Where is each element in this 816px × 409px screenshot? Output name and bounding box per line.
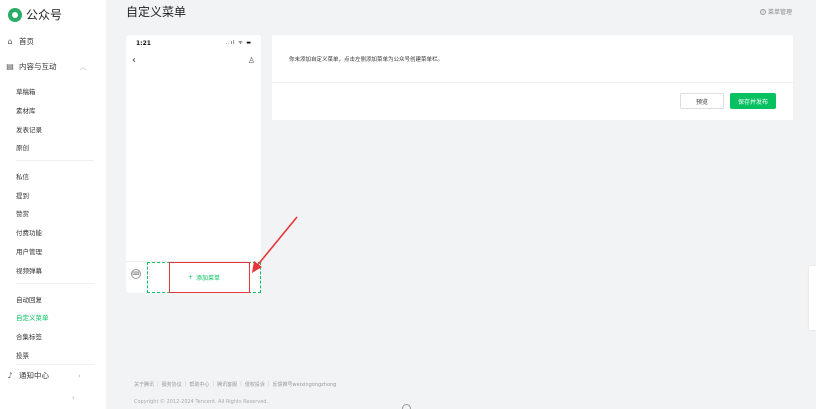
home-icon: ⌂ xyxy=(7,37,13,46)
sidebar-item-auto-reply[interactable]: 自动回复 xyxy=(16,294,42,304)
footer-link-terms[interactable]: 服务协议 xyxy=(162,381,182,388)
sidebar-item-danmaku[interactable]: 视频弹幕 xyxy=(16,265,42,275)
sidebar-item-reward[interactable]: 赞赏 xyxy=(16,208,29,218)
page-title: 自定义菜单 xyxy=(126,5,187,19)
sidebar-item-original[interactable]: 原创 xyxy=(16,142,29,152)
phone-status-icons: ..ıl ᯤ ▬ xyxy=(225,40,252,46)
menu-management-link[interactable]: ? 菜单管理 xyxy=(759,7,792,16)
sidebar-item-label: 内容与互动 xyxy=(19,62,57,71)
save-publish-button[interactable]: 保存并发布 xyxy=(730,93,776,109)
wechat-logo-icon xyxy=(8,7,22,22)
annotation-arrow xyxy=(252,216,298,273)
phone-preview: 1:21 ..ıl ᯤ ▬ ‹ ♙ ⌨ + 添加菜单 xyxy=(126,35,261,293)
app-name: 公众号 xyxy=(26,8,63,22)
floating-side-tab[interactable] xyxy=(809,266,816,330)
footer-links: 关于腾讯 | 服务协议 | 帮助中心 | 腾讯客服 | 侵权投诉 | 反馈推号weixin… xyxy=(134,381,337,388)
divider xyxy=(16,160,94,161)
sidebar-item-vote[interactable]: 投票 xyxy=(16,350,29,360)
sidebar-item-collections[interactable]: 合集标签 xyxy=(16,331,42,341)
copyright: Copyright © 2012-2024 Tencent. All Right… xyxy=(134,399,269,405)
empty-menu-hint: 你未添加自定义菜单，点击左侧添加菜单为公众号创建菜单栏。 xyxy=(289,57,444,63)
sidebar-item-content[interactable]: ▤ 内容与互动 ︿ xyxy=(6,61,87,72)
footer-link-complaint[interactable]: 侵权投诉 xyxy=(245,381,265,388)
sidebar-item-users[interactable]: 用户管理 xyxy=(16,246,42,256)
footer-link-feedback[interactable]: 反馈推号weixingongzhong xyxy=(273,381,337,388)
divider xyxy=(272,82,793,83)
footer-link-about[interactable]: 关于腾讯 xyxy=(134,381,154,388)
sidebar-item-materials[interactable]: 素材库 xyxy=(16,105,36,115)
chevron-up-icon: ︿ xyxy=(79,62,87,71)
preview-button[interactable]: 预览 xyxy=(680,93,724,109)
footer-link-support[interactable]: 腾讯客服 xyxy=(217,381,237,388)
sidebar-item-paid[interactable]: 付费功能 xyxy=(16,227,42,237)
bell-icon: ♪ xyxy=(7,371,13,380)
help-circle-icon[interactable] xyxy=(402,404,411,409)
sidebar: 公众号 ⌂ 首页 ▤ 内容与互动 ︿ 草稿箱 素材库 发表记录 原创 私信 提到… xyxy=(0,0,106,409)
chevron-right-icon: › xyxy=(72,394,75,402)
document-icon: ▤ xyxy=(6,62,14,71)
sidebar-item-notice[interactable]: ♪ 通知中心 › xyxy=(6,370,81,381)
sidebar-item-publish-history[interactable]: 发表记录 xyxy=(16,124,42,134)
phone-time: 1:21 xyxy=(136,40,151,47)
menu-panel: 你未添加自定义菜单，点击左侧添加菜单为公众号创建菜单栏。 预览 保存并发布 xyxy=(272,35,793,120)
sidebar-item-drafts[interactable]: 草稿箱 xyxy=(16,86,36,96)
keyboard-icon[interactable]: ⌨ xyxy=(131,269,141,279)
logo[interactable]: 公众号 xyxy=(8,6,62,23)
divider xyxy=(16,283,94,284)
menu-management-label: 菜单管理 xyxy=(767,9,792,16)
sidebar-item-label: 通知中心 xyxy=(19,371,49,380)
sidebar-item-home[interactable]: ⌂ 首页 xyxy=(6,36,34,47)
sidebar-item-more[interactable]: › xyxy=(72,394,75,402)
back-icon[interactable]: ‹ xyxy=(132,55,136,66)
chevron-right-icon: › xyxy=(78,371,81,380)
sidebar-item-label: 首页 xyxy=(19,37,34,46)
divider xyxy=(16,364,94,365)
sidebar-item-messages[interactable]: 私信 xyxy=(16,171,29,181)
sidebar-item-mentions[interactable]: 提到 xyxy=(16,190,29,200)
user-icon[interactable]: ♙ xyxy=(248,56,255,65)
help-icon: ? xyxy=(759,8,766,15)
sidebar-item-custom-menu[interactable]: 自定义菜单 xyxy=(16,312,49,322)
footer-link-help[interactable]: 帮助中心 xyxy=(189,381,209,388)
highlight-box xyxy=(169,262,250,293)
